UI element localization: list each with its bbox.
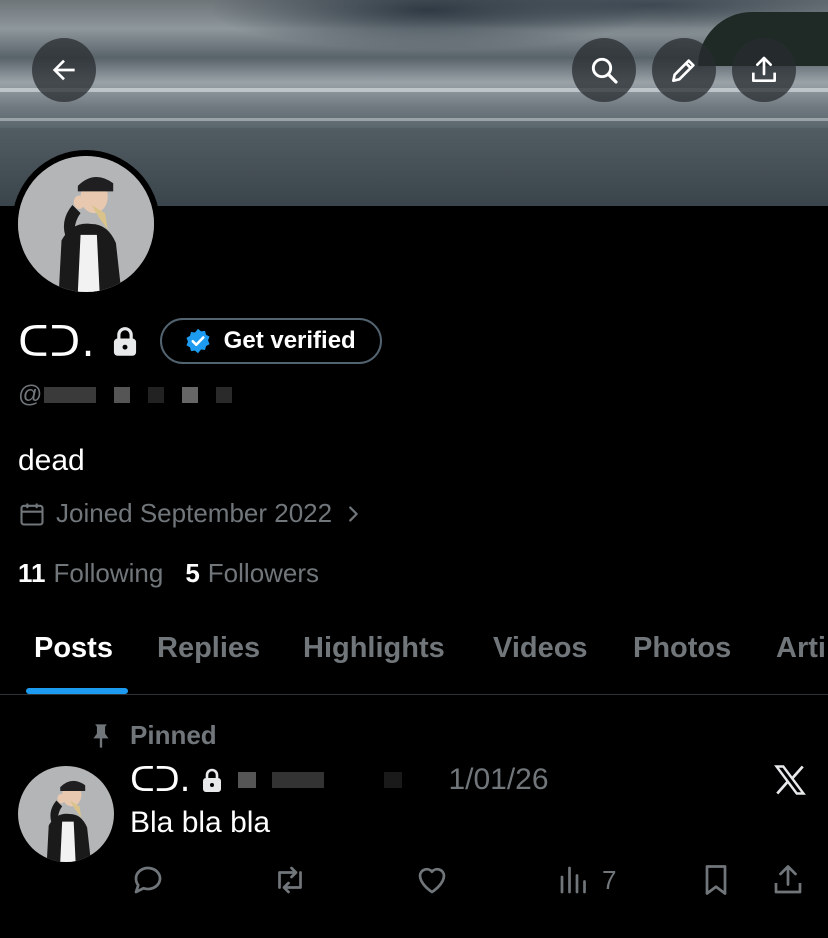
post-text: Bla bla bla — [130, 806, 271, 839]
reply-button[interactable] — [130, 862, 166, 898]
profile-avatar[interactable] — [12, 150, 160, 298]
back-button[interactable] — [32, 38, 96, 102]
edit-button[interactable] — [652, 38, 716, 102]
post-author-name[interactable]: ᑕᑐ. — [130, 760, 190, 800]
following-link[interactable]: 11 Following — [18, 558, 163, 589]
banner-wave — [0, 118, 828, 121]
redacted-block — [216, 387, 233, 403]
followers-label: Followers — [207, 558, 320, 588]
redacted-block — [44, 387, 97, 403]
tab-articles[interactable]: Arti — [776, 632, 826, 665]
post-author-avatar[interactable] — [18, 766, 114, 862]
bookmark-button[interactable] — [698, 862, 734, 898]
profile-handle: @ — [18, 381, 250, 408]
share-upload-icon — [774, 865, 802, 894]
share-upload-icon — [752, 56, 776, 82]
pinned-indicator: Pinned — [88, 720, 217, 751]
verified-badge-icon — [186, 328, 210, 354]
heart-icon — [418, 867, 446, 894]
active-tab-indicator — [26, 688, 128, 694]
calendar-icon — [20, 503, 44, 526]
followers-link[interactable]: 5 Followers — [185, 558, 319, 589]
redacted-block — [384, 772, 403, 788]
tab-photos[interactable]: Photos — [633, 632, 731, 665]
tab-replies[interactable]: Replies — [157, 632, 260, 665]
views-chart-icon — [560, 866, 586, 894]
avatar-photo — [18, 766, 114, 862]
following-label: Following — [53, 558, 164, 588]
profile-name-row: ᑕᑐ. Get verified — [18, 312, 382, 370]
bookmark-icon — [705, 865, 727, 895]
display-name: ᑕᑐ. — [18, 316, 96, 366]
joined-date[interactable]: Joined September 2022 — [18, 498, 364, 529]
search-icon — [591, 57, 618, 84]
chevron-right-icon — [349, 505, 358, 522]
avatar-photo — [18, 156, 154, 292]
post-header: ᑕᑐ. 1/01/26 — [130, 758, 549, 802]
views-count: 7 — [602, 864, 617, 895]
arrow-left-icon — [52, 59, 75, 81]
redacted-block — [114, 387, 131, 403]
like-button[interactable] — [414, 862, 450, 898]
follow-stats: 11 Following 5 Followers — [18, 558, 341, 589]
get-verified-button[interactable]: Get verified — [159, 318, 382, 364]
search-button[interactable] — [572, 38, 636, 102]
post-actions: 7 — [0, 858, 828, 902]
views-button[interactable]: 7 — [556, 862, 616, 898]
tab-highlights[interactable]: Highlights — [303, 632, 445, 665]
pinned-label: Pinned — [130, 720, 217, 750]
repost-button[interactable] — [272, 862, 308, 898]
tab-posts[interactable]: Posts — [34, 632, 113, 665]
lock-icon — [203, 768, 222, 792]
repost-icon — [278, 866, 302, 894]
joined-text: Joined September 2022 — [56, 498, 333, 528]
share-button[interactable] — [732, 38, 796, 102]
following-count: 11 — [18, 558, 46, 588]
x-logo-icon[interactable] — [772, 762, 808, 798]
profile-bio: dead — [18, 444, 85, 477]
pin-icon — [93, 723, 109, 748]
followers-count: 5 — [185, 558, 200, 588]
post-date[interactable]: 1/01/26 — [448, 763, 548, 797]
share-post-button[interactable] — [770, 862, 806, 898]
redacted-block — [148, 387, 165, 403]
edit-pencil-icon — [672, 59, 695, 82]
tab-videos[interactable]: Videos — [493, 632, 588, 665]
redacted-block — [272, 772, 325, 788]
redacted-block — [182, 387, 199, 403]
lock-icon — [113, 327, 136, 356]
handle-at-sign: @ — [18, 381, 43, 408]
reply-bubble-icon — [134, 866, 162, 894]
get-verified-label: Get verified — [223, 327, 356, 354]
redacted-block — [238, 772, 257, 788]
profile-tabs: Posts Replies Highlights Videos Photos A… — [0, 620, 828, 695]
